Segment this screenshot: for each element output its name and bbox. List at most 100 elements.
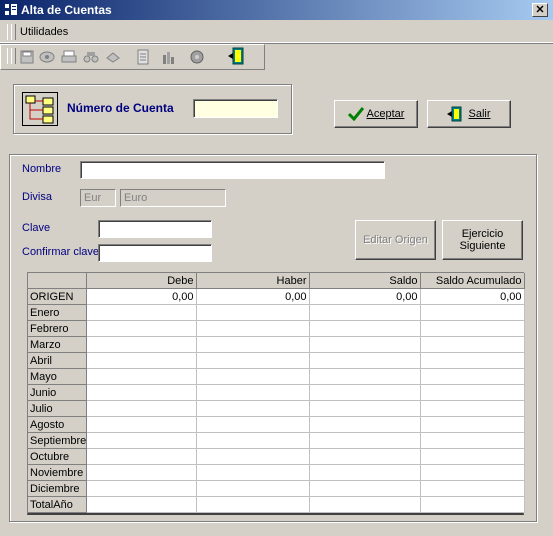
cell-saldo-acumulado[interactable] bbox=[420, 384, 525, 401]
cell-saldo-acumulado[interactable] bbox=[420, 448, 525, 465]
close-button[interactable]: ✕ bbox=[532, 3, 548, 17]
cell-debe[interactable] bbox=[86, 496, 197, 513]
cell-saldo[interactable] bbox=[309, 496, 421, 513]
cell-saldo-acumulado[interactable] bbox=[420, 496, 525, 513]
cell-saldo-acumulado[interactable] bbox=[420, 400, 525, 417]
table-row[interactable]: Octubre bbox=[28, 448, 525, 465]
row-label: Mayo bbox=[28, 368, 87, 385]
clave-label: Clave bbox=[22, 222, 51, 234]
document-icon[interactable] bbox=[134, 48, 152, 66]
confirmar-clave-field[interactable] bbox=[98, 244, 212, 262]
row-label: Julio bbox=[28, 400, 87, 417]
cell-saldo[interactable] bbox=[309, 480, 421, 497]
accept-button[interactable]: Aceptar bbox=[334, 100, 418, 128]
table-row[interactable]: Abril bbox=[28, 352, 525, 369]
table-row[interactable]: Septiembre bbox=[28, 432, 525, 449]
cell-debe[interactable] bbox=[86, 448, 197, 465]
exit-door-icon[interactable] bbox=[227, 47, 245, 65]
column-header-debe[interactable]: Debe bbox=[86, 273, 197, 289]
menu-utilidades[interactable]: Utilidades bbox=[20, 26, 68, 38]
cell-debe[interactable] bbox=[86, 416, 197, 433]
print-icon[interactable] bbox=[60, 48, 78, 66]
cell-haber[interactable] bbox=[196, 416, 310, 433]
cell-haber[interactable] bbox=[196, 368, 310, 385]
cell-saldo[interactable] bbox=[309, 416, 421, 433]
cell-saldo[interactable] bbox=[309, 352, 421, 369]
cell-debe[interactable] bbox=[86, 320, 197, 337]
exit-button[interactable]: Salir bbox=[427, 100, 511, 128]
table-row[interactable]: Junio bbox=[28, 384, 525, 401]
balance-grid[interactable]: Debe Haber Saldo Saldo Acumulado ORIGEN 0… bbox=[27, 272, 525, 515]
cell-saldo-acumulado[interactable]: 0,00 bbox=[420, 288, 525, 305]
cell-debe[interactable] bbox=[86, 368, 197, 385]
cell-debe[interactable] bbox=[86, 384, 197, 401]
cell-debe[interactable] bbox=[86, 432, 197, 449]
save-icon[interactable] bbox=[18, 48, 36, 66]
cell-saldo[interactable]: 0,00 bbox=[309, 288, 421, 305]
cell-saldo-acumulado[interactable] bbox=[420, 352, 525, 369]
cell-haber[interactable] bbox=[196, 432, 310, 449]
cell-saldo[interactable] bbox=[309, 368, 421, 385]
account-number-field[interactable] bbox=[193, 99, 278, 118]
next-year-button[interactable]: Ejercicio Siguiente bbox=[442, 220, 523, 260]
column-header-saldo[interactable]: Saldo bbox=[309, 273, 421, 289]
cell-debe[interactable] bbox=[86, 304, 197, 321]
cell-debe[interactable] bbox=[86, 336, 197, 353]
cell-debe[interactable] bbox=[86, 400, 197, 417]
cell-haber[interactable] bbox=[196, 496, 310, 513]
table-row[interactable]: Julio bbox=[28, 400, 525, 417]
table-row[interactable]: Febrero bbox=[28, 320, 525, 337]
cell-saldo-acumulado[interactable] bbox=[420, 304, 525, 321]
cell-saldo-acumulado[interactable] bbox=[420, 464, 525, 481]
chart-icon[interactable] bbox=[160, 48, 178, 66]
cell-saldo[interactable] bbox=[309, 320, 421, 337]
cell-debe[interactable] bbox=[86, 480, 197, 497]
column-header-haber[interactable]: Haber bbox=[196, 273, 310, 289]
table-row[interactable]: Diciembre bbox=[28, 480, 525, 497]
edit-origin-button[interactable]: Editar Origen bbox=[355, 220, 436, 260]
cell-debe[interactable]: 0,00 bbox=[86, 288, 197, 305]
table-row[interactable]: Mayo bbox=[28, 368, 525, 385]
table-row[interactable]: TotalAño bbox=[28, 496, 525, 513]
cell-haber[interactable]: 0,00 bbox=[196, 288, 310, 305]
cell-saldo-acumulado[interactable] bbox=[420, 336, 525, 353]
cell-saldo[interactable] bbox=[309, 336, 421, 353]
cell-haber[interactable] bbox=[196, 384, 310, 401]
row-label: Diciembre bbox=[28, 480, 87, 497]
clave-field[interactable] bbox=[98, 220, 212, 238]
cell-haber[interactable] bbox=[196, 352, 310, 369]
cell-saldo[interactable] bbox=[309, 448, 421, 465]
table-row[interactable]: ORIGEN 0,00 0,00 0,00 0,00 bbox=[28, 288, 525, 305]
search-icon[interactable] bbox=[82, 48, 100, 66]
cell-saldo[interactable] bbox=[309, 384, 421, 401]
cell-haber[interactable] bbox=[196, 320, 310, 337]
cell-saldo[interactable] bbox=[309, 304, 421, 321]
cell-saldo-acumulado[interactable] bbox=[420, 480, 525, 497]
cell-saldo-acumulado[interactable] bbox=[420, 368, 525, 385]
table-row[interactable]: Enero bbox=[28, 304, 525, 321]
cell-saldo[interactable] bbox=[309, 432, 421, 449]
table-row[interactable]: Marzo bbox=[28, 336, 525, 353]
cell-haber[interactable] bbox=[196, 304, 310, 321]
checkmark-icon bbox=[347, 107, 364, 121]
door-icon bbox=[447, 106, 462, 122]
cell-haber[interactable] bbox=[196, 336, 310, 353]
cell-saldo-acumulado[interactable] bbox=[420, 416, 525, 433]
cell-debe[interactable] bbox=[86, 352, 197, 369]
cell-saldo[interactable] bbox=[309, 464, 421, 481]
table-row[interactable]: Noviembre bbox=[28, 464, 525, 481]
settings-icon[interactable] bbox=[188, 48, 206, 66]
cell-haber[interactable] bbox=[196, 448, 310, 465]
column-header-saldo-acumulado[interactable]: Saldo Acumulado bbox=[420, 273, 525, 289]
cell-saldo[interactable] bbox=[309, 400, 421, 417]
table-row[interactable]: Agosto bbox=[28, 416, 525, 433]
cell-saldo-acumulado[interactable] bbox=[420, 320, 525, 337]
nombre-field[interactable] bbox=[80, 161, 385, 179]
cell-haber[interactable] bbox=[196, 464, 310, 481]
cell-debe[interactable] bbox=[86, 464, 197, 481]
cell-haber[interactable] bbox=[196, 480, 310, 497]
cell-haber[interactable] bbox=[196, 400, 310, 417]
cell-saldo-acumulado[interactable] bbox=[420, 432, 525, 449]
refresh-icon[interactable] bbox=[104, 48, 122, 66]
preview-icon[interactable] bbox=[38, 48, 56, 66]
